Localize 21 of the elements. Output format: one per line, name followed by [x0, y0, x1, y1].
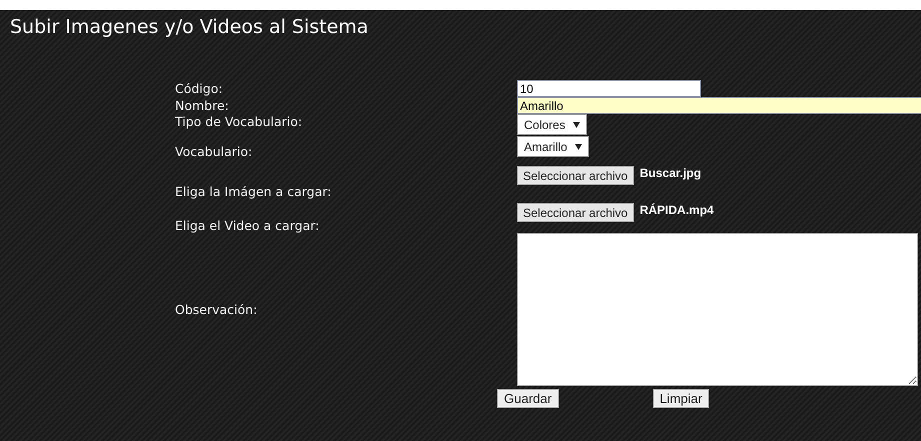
field-label: Eliga la Imágen a cargar: [175, 183, 332, 201]
observation-field[interactable] [517, 233, 918, 386]
text-field[interactable]: Amarillo [517, 97, 921, 114]
caret-icon [573, 122, 580, 128]
field-label: Nombre: [175, 97, 230, 114]
dropdown[interactable]: Colores [517, 114, 588, 135]
field-label: Observación: [175, 301, 258, 319]
caret-icon [575, 144, 582, 150]
form-button[interactable]: Limpiar [652, 389, 710, 408]
page-title: Subir Imagenes y/o Videos al Sistema [9, 15, 370, 40]
field-label: Vocabulario: [175, 142, 254, 160]
text-field[interactable]: 10 [517, 80, 701, 97]
file-name: Buscar.jpg [640, 166, 702, 180]
field-label: Eliga el Video a cargar: [175, 217, 320, 233]
file-name: RÁPIDA.mp4 [640, 203, 714, 217]
choose-file-button[interactable]: Seleccionar archivo [517, 203, 634, 222]
dropdown[interactable]: Amarillo [517, 136, 590, 157]
form-button[interactable]: Guardar [497, 389, 559, 408]
field-label: Código: [175, 80, 224, 97]
field-label: Tipo de Vocabulario: [175, 114, 304, 131]
choose-file-button[interactable]: Seleccionar archivo [517, 166, 634, 185]
